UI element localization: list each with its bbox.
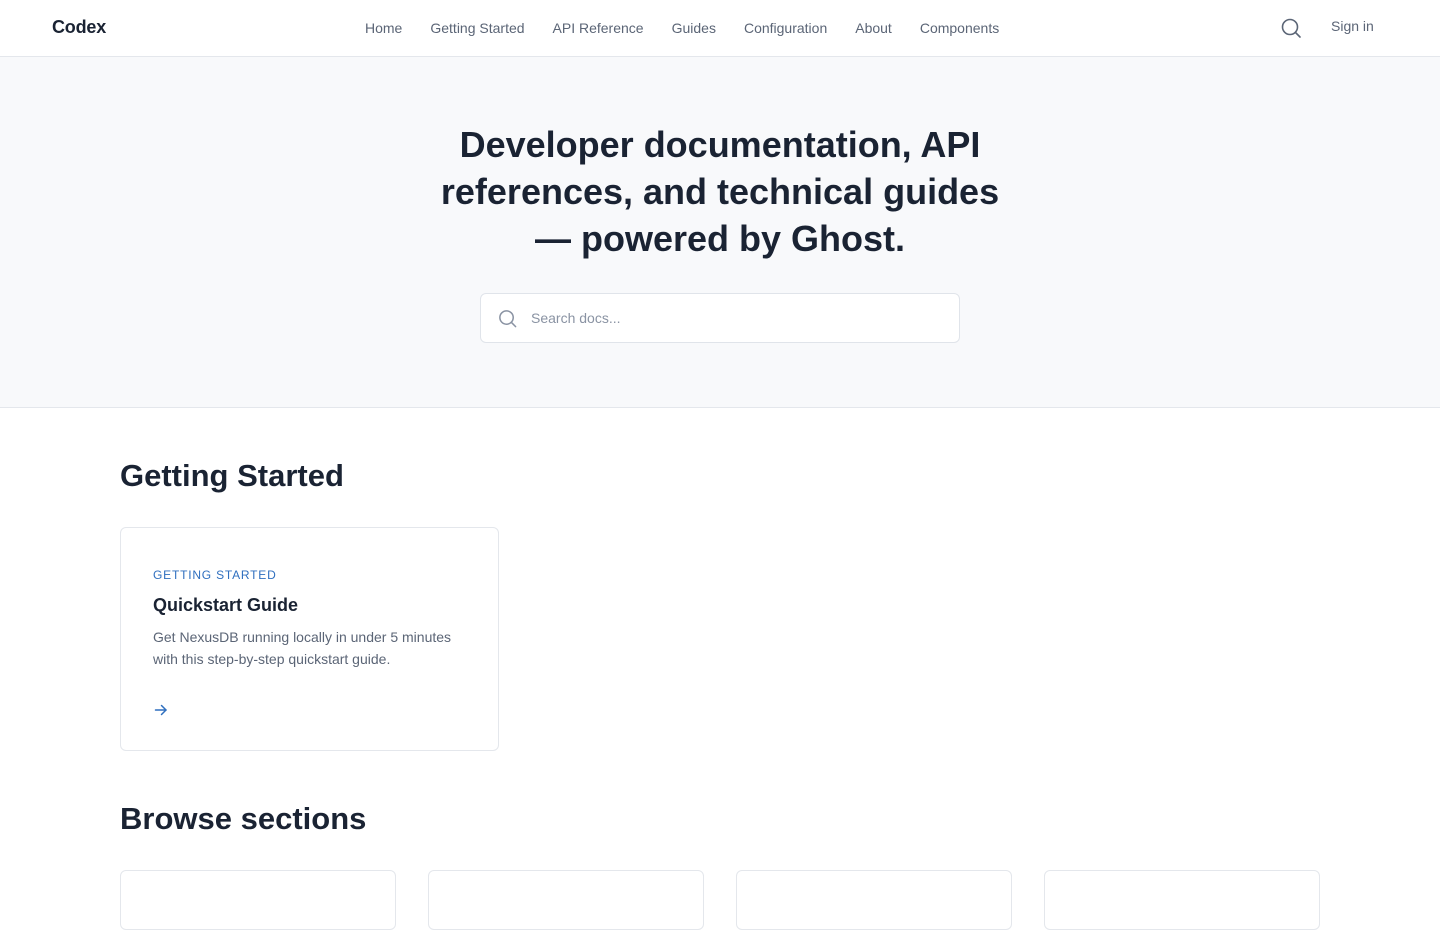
nav-item-home[interactable]: Home (351, 18, 416, 38)
hero-section: Developer documentation, API references,… (0, 57, 1440, 408)
section-title-browse-sections: Browse sections (120, 801, 367, 836)
browse-section-card[interactable] (736, 870, 1012, 930)
card-tag: Getting Started (153, 568, 277, 582)
nav-item-getting-started[interactable]: Getting Started (416, 18, 538, 38)
header-search-button[interactable] (1280, 17, 1302, 39)
site-header: Codex Home Getting Started API Reference… (0, 0, 1440, 57)
card-title: Quickstart Guide (153, 595, 299, 615)
nav-item-components[interactable]: Components (906, 18, 1013, 38)
search-icon (499, 310, 517, 328)
search-icon (1281, 18, 1301, 38)
nav-item-api-reference[interactable]: API Reference (539, 18, 658, 38)
site-logo[interactable]: Codex (52, 17, 106, 38)
search-input[interactable] (531, 294, 941, 342)
nav-item-about[interactable]: About (841, 18, 906, 38)
sign-in-link[interactable]: Sign in (1331, 18, 1374, 34)
nav-item-guides[interactable]: Guides (658, 18, 730, 38)
arrow-right-icon[interactable] (153, 702, 169, 718)
browse-section-card[interactable] (1044, 870, 1320, 930)
nav-item-configuration[interactable]: Configuration (730, 18, 841, 38)
card-description: Get NexusDB running locally in under 5 m… (153, 629, 452, 667)
quickstart-guide-card[interactable]: Getting Started Quickstart Guide Get Nex… (120, 527, 499, 751)
browse-section-card[interactable] (428, 870, 704, 930)
section-title-getting-started: Getting Started (120, 458, 344, 493)
hero-search-box[interactable] (480, 293, 960, 343)
main-nav: Home Getting Started API Reference Guide… (351, 0, 1013, 56)
browse-section-card[interactable] (120, 870, 396, 930)
hero-title: Developer documentation, API references,… (440, 124, 1000, 259)
